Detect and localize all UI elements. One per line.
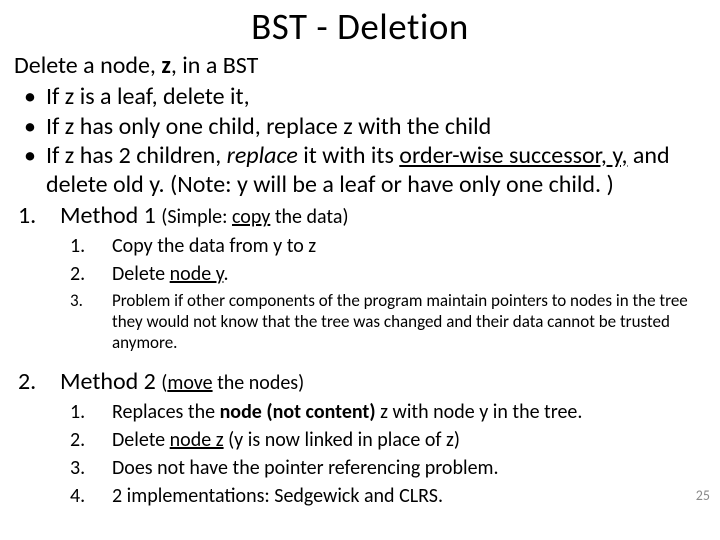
method-1-num: 1. (14, 201, 60, 230)
method-2-num: 2. (14, 367, 60, 396)
m1-paren: (Simple: copy the data) (161, 205, 348, 229)
method-2-label: Method 2 (move the nodes) (60, 367, 304, 396)
m1s2-b: . (223, 262, 228, 286)
m1-paren-b: the data) (270, 205, 348, 229)
m2s1-b: node (not content) (220, 400, 376, 424)
m2s1-c: z with node y in the tree. (376, 400, 583, 424)
m2-paren-b: the nodes) (213, 371, 305, 395)
intro-pre: Delete a node, (14, 51, 161, 80)
m2-sub-4: 4. 2 implementations: Sedgewick and CLRS… (70, 484, 708, 509)
b3-a: If z has 2 children, (46, 141, 227, 170)
m2-sub-4-num: 4. (70, 484, 112, 509)
bullet-3: • If z has 2 children, replace it with i… (24, 141, 708, 200)
m2-sub-1-text: Replaces the node (not content) z with n… (112, 400, 582, 425)
m2s2-b: (y is now linked in place of z) (224, 428, 460, 452)
method-1: 1. Method 1 (Simple: copy the data) (14, 201, 708, 230)
m1-label: Method 1 (60, 201, 161, 230)
method-2-sub: 1. Replaces the node (not content) z wit… (14, 400, 708, 509)
method-1-sub: 1. Copy the data from y to z 2. Delete n… (14, 234, 708, 354)
bullet-2-text: If z has only one child, replace z with … (46, 112, 491, 141)
b3-successor: order-wise successor, y, (399, 141, 627, 170)
method-1-label: Method 1 (Simple: copy the data) (60, 201, 349, 230)
bullet-3-text: If z has 2 children, replace it with its… (46, 141, 708, 200)
m2s2-nodez: node z (170, 428, 224, 452)
bullet-2: • If z has only one child, replace z wit… (24, 112, 708, 141)
slide: BST - Deletion Delete a node, z, in a BS… (0, 0, 720, 540)
m1-sub-3-num: 3. (70, 290, 112, 354)
m2-sub-2-text: Delete node z (y is now linked in place … (112, 428, 460, 453)
bullet-mark: • (24, 82, 46, 111)
bullet-1-text: If z is a leaf, delete it, (46, 82, 250, 111)
m1-sub-1: 1. Copy the data from y to z (70, 234, 708, 259)
m1-sub-2-text: Delete node y. (112, 262, 229, 287)
intro-z: z (161, 51, 171, 80)
m2-sub-4-text: 2 implementations: Sedgewick and CLRS. (112, 484, 443, 509)
m2-label: Method 2 (60, 367, 161, 396)
m2-paren-move: move (167, 371, 212, 395)
bullet-list: • If z is a leaf, delete it, • If z has … (14, 82, 708, 199)
m2s2-a: Delete (112, 428, 170, 452)
b3-replace: replace (227, 141, 298, 170)
m2-sub-3-text: Does not have the pointer referencing pr… (112, 456, 499, 481)
m2-paren: (move the nodes) (161, 371, 304, 395)
method-2: 2. Method 2 (move the nodes) (14, 367, 708, 396)
m2-sub-2: 2. Delete node z (y is now linked in pla… (70, 428, 708, 453)
m2-sub-2-num: 2. (70, 428, 112, 453)
m1-sub-3-text: Problem if other components of the progr… (112, 290, 708, 354)
m2-sub-1-num: 1. (70, 400, 112, 425)
page-number: 25 (696, 487, 710, 504)
m2-sub-3: 3. Does not have the pointer referencing… (70, 456, 708, 481)
intro-post: , in a BST (171, 51, 259, 80)
b3-b: it with its (298, 141, 400, 170)
bullet-mark: • (24, 112, 46, 141)
m1s2-nodey: node y (170, 262, 224, 286)
m1-sub-3: 3. Problem if other components of the pr… (70, 290, 708, 354)
m1-sub-1-num: 1. (70, 234, 112, 259)
slide-body: Delete a node, z, in a BST • If z is a l… (0, 49, 720, 509)
bullet-mark: • (24, 141, 46, 200)
m1-sub-1-text: Copy the data from y to z (112, 234, 316, 259)
intro-line: Delete a node, z, in a BST (14, 51, 708, 80)
m1s2-a: Delete (112, 262, 170, 286)
bullet-1: • If z is a leaf, delete it, (24, 82, 708, 111)
m2-sub-1: 1. Replaces the node (not content) z wit… (70, 400, 708, 425)
slide-title: BST - Deletion (0, 0, 720, 49)
m1-sub-2-num: 2. (70, 262, 112, 287)
m2-sub-3-num: 3. (70, 456, 112, 481)
m1-paren-copy: copy (232, 205, 270, 229)
m1-sub-2: 2. Delete node y. (70, 262, 708, 287)
m2s1-a: Replaces the (112, 400, 220, 424)
m1-paren-a: (Simple: (161, 205, 232, 229)
